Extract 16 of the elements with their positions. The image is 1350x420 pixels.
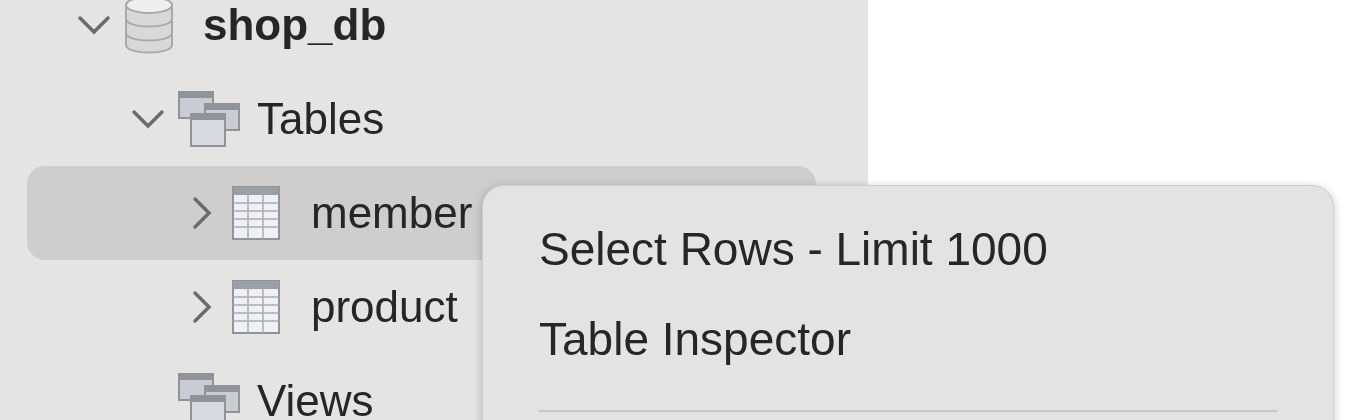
- tree-item[interactable]: Tables: [27, 72, 816, 166]
- chevron-right-icon[interactable]: [192, 196, 212, 230]
- tree-label: Views: [257, 376, 374, 420]
- chevron-down-icon[interactable]: [131, 109, 165, 129]
- chevron-down-icon[interactable]: [77, 15, 111, 35]
- tree-label: member: [311, 188, 473, 238]
- chevron-right-icon[interactable]: [192, 290, 212, 324]
- stacked-tables-icon: [177, 372, 241, 420]
- tree-label: product: [311, 282, 458, 332]
- table-grid-icon: [231, 279, 281, 335]
- tree-label: shop_db: [203, 0, 387, 50]
- tree-label: Tables: [257, 94, 385, 144]
- stacked-tables-icon: [177, 90, 241, 148]
- tree-item[interactable]: shop_db: [27, 0, 816, 72]
- menu-item[interactable]: Table Inspector: [539, 294, 1277, 384]
- table-grid-icon: [231, 185, 281, 241]
